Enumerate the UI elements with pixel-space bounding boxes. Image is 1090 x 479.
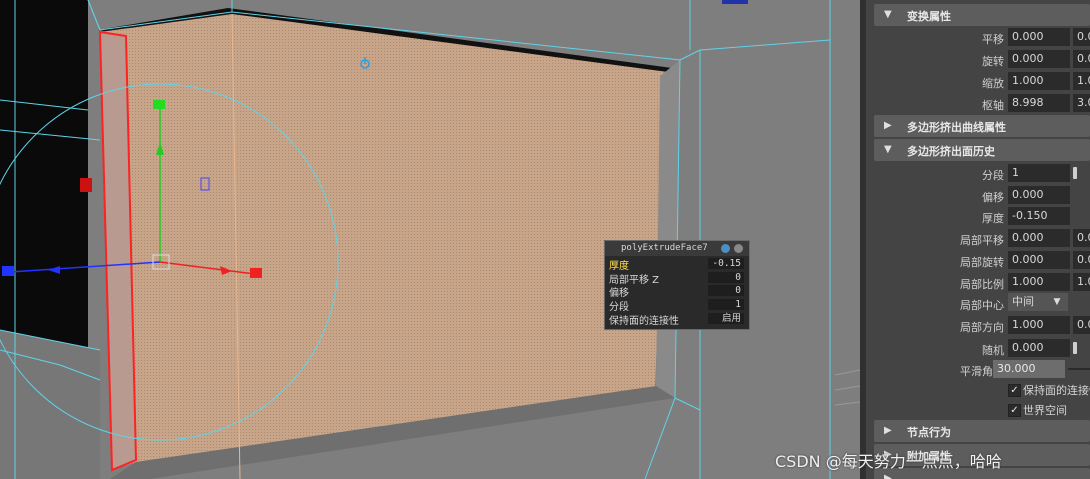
collapse-triangle-icon: ▼	[884, 9, 892, 20]
scale-x-field[interactable]: 1.000	[1008, 72, 1070, 90]
section-node-behavior[interactable]: ▶ 节点行为	[874, 420, 1090, 442]
local-translate-y-field[interactable]: 0.0	[1073, 229, 1090, 247]
section-title: 多边形挤出曲线属性	[907, 121, 1006, 134]
chevron-down-icon[interactable]: ▼	[1046, 293, 1068, 311]
local-rotate-y-field[interactable]: 0.0	[1073, 251, 1090, 269]
hud-row-keep-faces[interactable]: 保持面的连接性 启用	[607, 312, 746, 327]
translate-y-field[interactable]: 0.000	[1073, 28, 1090, 46]
3d-viewport[interactable]: polyExtrudeFace7 厚度 -0.15 局部平移 Z 0 偏移 0 …	[0, 0, 860, 479]
random-slider[interactable]	[1073, 342, 1077, 354]
rotate-y-field[interactable]: 0.000	[1073, 50, 1090, 68]
scale-label: 缩放	[982, 77, 1004, 90]
expand-triangle-icon: ▶	[884, 473, 892, 479]
hud-row-divisions[interactable]: 分段 1	[607, 298, 746, 313]
thickness-label: 厚度	[982, 212, 1004, 225]
axis-indicator	[722, 0, 748, 4]
world-space-label: 世界空间	[1023, 404, 1067, 417]
section-extrude-curve[interactable]: ▶ 多边形挤出曲线属性	[874, 115, 1090, 137]
extrude-hud[interactable]: polyExtrudeFace7 厚度 -0.15 局部平移 Z 0 偏移 0 …	[604, 240, 750, 330]
keep-faces-checkbox[interactable]: ✓	[1008, 384, 1021, 397]
section-title: 节点行为	[907, 426, 951, 439]
local-center-label: 局部中心	[960, 299, 1004, 312]
local-scale-y-field[interactable]: 1.0	[1073, 273, 1090, 291]
hud-row-offset[interactable]: 偏移 0	[607, 284, 746, 299]
offset-field[interactable]: 0.000	[1008, 186, 1070, 204]
hud-row-thickness[interactable]: 厚度 -0.15	[607, 257, 746, 272]
divisions-slider[interactable]	[1073, 167, 1077, 179]
hud-label: 分段	[609, 302, 629, 313]
section-title: 变换属性	[907, 10, 951, 23]
local-rotate-label: 局部旋转	[960, 256, 1004, 269]
section-transform[interactable]: ▼ 变换属性	[874, 4, 1090, 26]
smoothing-angle-slider[interactable]	[1068, 368, 1090, 370]
hud-label: 偏移	[609, 288, 629, 299]
local-scale-x-field[interactable]: 1.000	[1008, 273, 1070, 291]
hud-value[interactable]: 0	[708, 272, 744, 283]
attribute-editor: ▼ 变换属性 平移 0.000 0.000 旋转 0.000 0.000 缩放 …	[866, 0, 1090, 479]
smoothing-angle-field[interactable]: 30.000	[993, 360, 1065, 378]
section-title: 多边形挤出面历史	[907, 145, 995, 158]
hud-value[interactable]: -0.15	[708, 258, 744, 269]
pivot-label: 枢轴	[982, 99, 1004, 112]
hud-titlebar[interactable]: polyExtrudeFace7	[605, 241, 749, 256]
random-label: 随机	[982, 344, 1004, 357]
local-direction-x-field[interactable]: 1.000	[1008, 316, 1070, 334]
collapse-triangle-icon: ▼	[884, 144, 892, 155]
hud-label: 保持面的连接性	[609, 316, 679, 327]
offset-label: 偏移	[982, 191, 1004, 204]
divisions-label: 分段	[982, 169, 1004, 182]
hud-value[interactable]: 1	[708, 299, 744, 310]
hud-row-local-translate-z[interactable]: 局部平移 Z 0	[607, 271, 746, 286]
divisions-field[interactable]: 1	[1008, 164, 1070, 182]
local-rotate-x-field[interactable]: 0.000	[1008, 251, 1070, 269]
local-direction-y-field[interactable]: 0.0	[1073, 316, 1090, 334]
expand-triangle-icon: ▶	[884, 425, 892, 436]
hud-settings-icon[interactable]	[721, 244, 730, 253]
local-direction-label: 局部方向	[960, 321, 1004, 334]
hud-close-icon[interactable]	[734, 244, 743, 253]
rotate-x-field[interactable]: 0.000	[1008, 50, 1070, 68]
expand-triangle-icon: ▶	[884, 120, 892, 131]
random-field[interactable]: 0.000	[1008, 339, 1070, 357]
section-extrude-history[interactable]: ▼ 多边形挤出面历史	[874, 139, 1090, 161]
watermark: CSDN @每天努力一点点，哈哈	[775, 452, 1002, 471]
local-translate-x-field[interactable]: 0.000	[1008, 229, 1070, 247]
rotate-label: 旋转	[982, 55, 1004, 68]
pivot-x-field[interactable]: 8.998	[1008, 94, 1070, 112]
scale-y-field[interactable]: 1.0	[1073, 72, 1090, 90]
local-center-dropdown[interactable]: 中间	[1008, 293, 1046, 311]
pivot-y-field[interactable]: 3.0	[1073, 94, 1090, 112]
translate-label: 平移	[982, 33, 1004, 46]
keep-faces-label: 保持面的连接性	[1023, 384, 1090, 397]
hud-value[interactable]: 0	[708, 285, 744, 296]
thickness-field[interactable]: -0.150	[1008, 207, 1070, 225]
hud-value[interactable]: 启用	[708, 313, 744, 324]
translate-x-field[interactable]: 0.000	[1008, 28, 1070, 46]
local-scale-label: 局部比例	[960, 278, 1004, 291]
local-translate-label: 局部平移	[960, 234, 1004, 247]
world-space-checkbox[interactable]: ✓	[1008, 404, 1021, 417]
hud-label: 厚度	[609, 261, 629, 272]
hud-title: polyExtrudeFace7	[621, 243, 708, 253]
